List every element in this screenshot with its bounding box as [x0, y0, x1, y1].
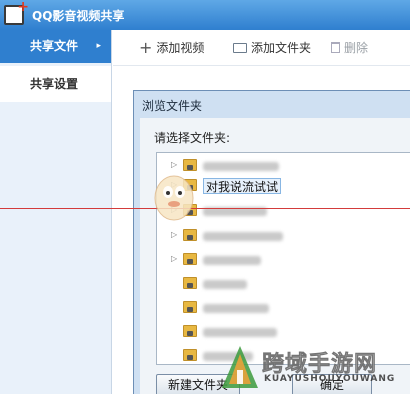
trash-icon — [331, 42, 340, 53]
delete-button[interactable]: 删除 — [331, 30, 368, 66]
add-folder-button[interactable]: 添加文件夹 — [233, 30, 311, 66]
delete-label: 删除 — [344, 41, 369, 55]
sidebar-item-label: 共享文件 — [30, 39, 79, 53]
folder-icon — [183, 349, 197, 361]
folder-icon — [183, 301, 197, 313]
dialog-prompt: 请选择文件夹: — [154, 131, 231, 145]
tree-node[interactable] — [157, 321, 410, 343]
site-watermark: 跨域手游网 KUAYUSHOUYOUWANG — [218, 344, 410, 394]
chevron-right-icon: ▸ — [96, 41, 101, 51]
folder-icon — [183, 253, 197, 265]
blurred-folder-name — [203, 304, 269, 313]
folder-icon — [233, 43, 247, 53]
title-bar: + QQ影音视频共享 — [0, 0, 410, 30]
blurred-folder-name — [203, 328, 277, 337]
dialog-title: 浏览文件夹 — [142, 99, 203, 113]
window-title: QQ影音视频共享 — [32, 9, 125, 23]
blurred-folder-name — [203, 280, 247, 289]
tree-node[interactable] — [157, 297, 410, 319]
expand-arrow-icon[interactable]: ▷ — [171, 230, 177, 239]
blurred-folder-name — [203, 256, 261, 265]
sidebar-item-shared-files[interactable]: 共享文件 ▸ — [0, 30, 111, 63]
app-logo-icon: + — [4, 0, 29, 25]
sidebar-item-label: 共享设置 — [30, 77, 79, 91]
folder-icon — [183, 277, 197, 289]
add-folder-label: 添加文件夹 — [251, 41, 312, 55]
plus-icon: + — [139, 38, 153, 57]
sidebar-item-share-settings[interactable]: 共享设置 — [0, 66, 111, 102]
watermark-subtext: KUAYUSHOUYOUWANG — [264, 374, 396, 384]
expand-arrow-icon[interactable]: ▷ — [171, 254, 177, 263]
sidebar: 共享文件 ▸ 共享设置 — [0, 30, 112, 394]
add-video-label: 添加视频 — [156, 41, 205, 55]
blurred-folder-name — [203, 162, 279, 171]
folder-icon — [183, 325, 197, 337]
red-guide-line — [0, 208, 410, 209]
tree-node[interactable]: ▷ — [157, 249, 410, 271]
selected-folder-label: 对我说流试试 — [203, 178, 282, 194]
blurred-folder-name — [203, 232, 283, 241]
tree-node[interactable] — [157, 273, 410, 295]
add-video-button[interactable]: + 添加视频 — [139, 30, 204, 66]
tree-node[interactable]: ▷ — [157, 225, 410, 247]
toolbar: + 添加视频 添加文件夹 删除 — [113, 30, 410, 66]
fish-mascot-icon — [154, 175, 194, 221]
folder-icon — [183, 229, 197, 241]
watermark-logo-icon — [222, 346, 258, 388]
